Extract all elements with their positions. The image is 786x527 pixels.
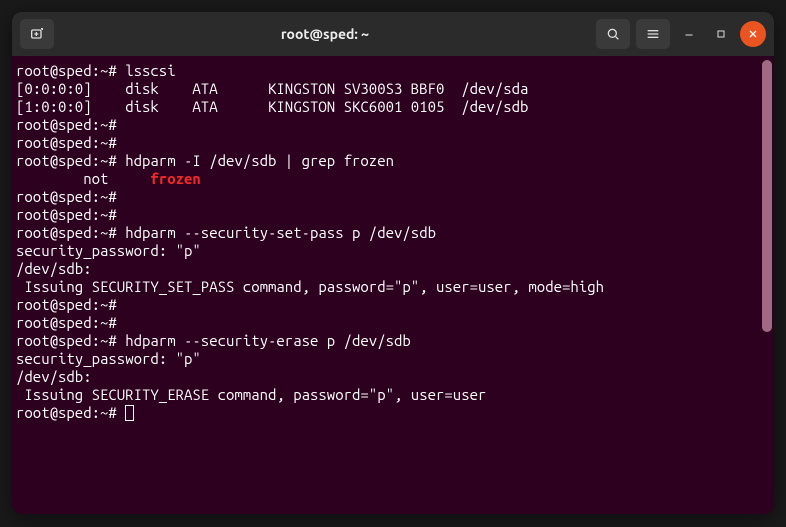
terminal-line: not frozen xyxy=(16,170,770,188)
search-button[interactable] xyxy=(596,19,630,49)
terminal-line: root@sped:~# xyxy=(16,206,770,224)
scrollbar-thumb[interactable] xyxy=(762,60,772,332)
terminal-line: root@sped:~# lsscsi xyxy=(16,62,770,80)
prompt: root@sped:~# xyxy=(16,332,125,349)
output-line: [1:0:0:0] disk ATA KINGSTON SKC6001 0105… xyxy=(16,98,770,116)
output-line: /dev/sdb: xyxy=(16,368,770,386)
new-tab-button[interactable] xyxy=(20,19,54,49)
prompt: root@sped:~# xyxy=(16,314,125,331)
terminal-line: root@sped:~# hdparm --security-erase p /… xyxy=(16,332,770,350)
output-line: [0:0:0:0] disk ATA KINGSTON SV300S3 BBF0… xyxy=(16,80,770,98)
close-button[interactable] xyxy=(740,21,766,47)
command-text: hdparm --security-erase p /dev/sdb xyxy=(125,332,411,349)
terminal-line: root@sped:~# xyxy=(16,314,770,332)
menu-icon xyxy=(645,26,661,42)
maximize-button[interactable] xyxy=(708,21,734,47)
terminal-line: root@sped:~# hdparm --security-set-pass … xyxy=(16,224,770,242)
command-text: hdparm -I /dev/sdb | grep frozen xyxy=(125,152,394,169)
terminal-lines: root@sped:~# lsscsi[0:0:0:0] disk ATA KI… xyxy=(16,62,770,422)
prompt: root@sped:~# xyxy=(16,116,125,133)
minimize-icon xyxy=(683,28,695,40)
prompt: root@sped:~# xyxy=(16,62,125,79)
new-tab-icon xyxy=(29,26,45,42)
terminal-line: root@sped:~# xyxy=(16,188,770,206)
terminal-line: root@sped:~# xyxy=(16,404,770,422)
output-line: security_password: "p" xyxy=(16,242,770,260)
terminal-line: root@sped:~# xyxy=(16,296,770,314)
terminal-body[interactable]: root@sped:~# lsscsi[0:0:0:0] disk ATA KI… xyxy=(12,56,774,514)
close-icon xyxy=(747,28,759,40)
maximize-icon xyxy=(715,28,727,40)
output-text: not xyxy=(16,170,150,187)
prompt: root@sped:~# xyxy=(16,134,125,151)
minimize-button[interactable] xyxy=(676,21,702,47)
titlebar: root@sped: ~ xyxy=(12,12,774,56)
command-text: lsscsi xyxy=(125,62,175,79)
terminal-line: root@sped:~# xyxy=(16,116,770,134)
terminal-window: root@sped: ~ xyxy=(12,12,774,514)
terminal-line: root@sped:~# xyxy=(16,134,770,152)
output-line: Issuing SECURITY_ERASE command, password… xyxy=(16,386,770,404)
menu-button[interactable] xyxy=(636,19,670,49)
prompt: root@sped:~# xyxy=(16,152,125,169)
terminal-line: root@sped:~# hdparm -I /dev/sdb | grep f… xyxy=(16,152,770,170)
command-text: hdparm --security-set-pass p /dev/sdb xyxy=(125,224,436,241)
search-icon xyxy=(605,26,621,42)
prompt: root@sped:~# xyxy=(16,188,125,205)
cursor xyxy=(125,405,134,421)
grep-match: frozen xyxy=(150,170,200,187)
output-line: Issuing SECURITY_SET_PASS command, passw… xyxy=(16,278,770,296)
output-line: security_password: "p" xyxy=(16,350,770,368)
prompt: root@sped:~# xyxy=(16,206,125,223)
prompt: root@sped:~# xyxy=(16,296,125,313)
window-title: root@sped: ~ xyxy=(60,26,590,42)
prompt: root@sped:~# xyxy=(16,224,125,241)
prompt: root@sped:~# xyxy=(16,404,125,421)
titlebar-right xyxy=(596,19,766,49)
output-line: /dev/sdb: xyxy=(16,260,770,278)
